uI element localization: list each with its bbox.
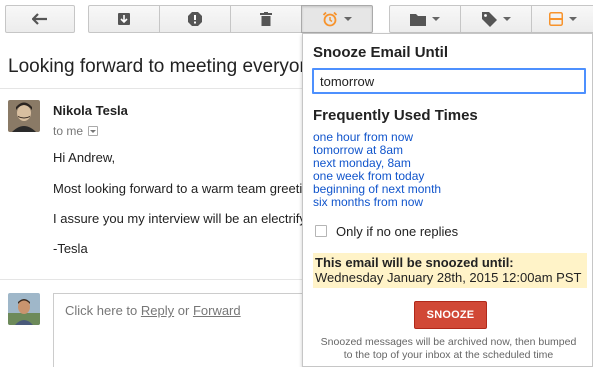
archive-icon: [118, 13, 130, 25]
email-body-line: -Tesla: [53, 241, 88, 256]
more-button[interactable]: [531, 5, 593, 33]
footer-line: Snoozed messages will be archived now, t…: [320, 336, 577, 348]
reply-box[interactable]: Click here to Reply or Forward: [53, 293, 313, 367]
back-arrow-icon: [32, 13, 47, 25]
report-spam-button[interactable]: [159, 5, 231, 33]
frequent-times-list: one hour from now tomorrow at 8am next m…: [313, 131, 441, 209]
folder-icon: [410, 13, 426, 26]
frequent-times-heading: Frequently Used Times: [313, 107, 478, 124]
divider: [0, 88, 302, 89]
chevron-down-icon: [432, 17, 440, 21]
reply-link[interactable]: Reply: [141, 303, 174, 318]
snooze-menu-button[interactable]: [301, 5, 373, 33]
snooze-button[interactable]: SNOOZE: [414, 301, 487, 329]
forward-link[interactable]: Forward: [193, 303, 241, 318]
notice-date: Wednesday January 28th, 2015 12:00am PST: [315, 270, 582, 285]
sender-name[interactable]: Nikola Tesla: [53, 103, 128, 118]
email-subject: Looking forward to meeting everyone!: [8, 56, 326, 77]
report-spam-icon: [188, 12, 202, 26]
reply-prompt: Click here to Reply or Forward: [65, 303, 241, 318]
sender-avatar[interactable]: [8, 100, 40, 132]
reply-or: or: [177, 303, 190, 318]
chevron-down-icon: [344, 17, 352, 21]
snooze-title: Snooze Email Until: [313, 44, 449, 61]
more-options-icon: [548, 12, 563, 26]
reply-prefix: Click here to: [65, 303, 138, 318]
recipient-label: to me: [53, 124, 84, 138]
snooze-footer-note: Snoozed messages will be archived now, t…: [303, 336, 593, 362]
snooze-panel: Snooze Email Until Frequently Used Times…: [302, 33, 593, 367]
divider: [0, 279, 302, 280]
alarm-clock-icon: [322, 11, 338, 27]
only-if-no-reply-checkbox[interactable]: [315, 225, 327, 237]
notice-label: This email will be snoozed until:: [315, 255, 514, 270]
recipient-line: to me: [53, 124, 99, 138]
delete-icon: [260, 12, 272, 26]
time-option-link[interactable]: six months from now: [313, 196, 441, 209]
email-body-line: Hi Andrew,: [53, 150, 116, 165]
footer-line: to the top of your inbox at the schedule…: [343, 349, 554, 361]
user-avatar: [8, 293, 40, 325]
chevron-down-icon: [568, 17, 577, 21]
email-body-line: Most looking forward to a warm team gree…: [53, 181, 303, 196]
move-to-button[interactable]: [389, 5, 461, 33]
label-icon: [481, 11, 497, 27]
email-body-line: I assure you my interview will be an ele…: [53, 211, 306, 226]
snooze-time-input[interactable]: [312, 68, 586, 94]
details-dropdown-icon[interactable]: [88, 126, 99, 136]
chevron-down-icon: [502, 17, 511, 21]
only-if-no-reply-label[interactable]: Only if no one replies: [336, 224, 458, 239]
toolbar: [0, 0, 593, 36]
archive-button[interactable]: [88, 5, 160, 33]
gmail-window: Looking forward to meeting everyone! Nik…: [0, 0, 593, 367]
snooze-until-notice: This email will be snoozed until: Wednes…: [313, 253, 587, 288]
back-button[interactable]: [5, 5, 75, 33]
delete-button[interactable]: [230, 5, 302, 33]
labels-button[interactable]: [460, 5, 532, 33]
